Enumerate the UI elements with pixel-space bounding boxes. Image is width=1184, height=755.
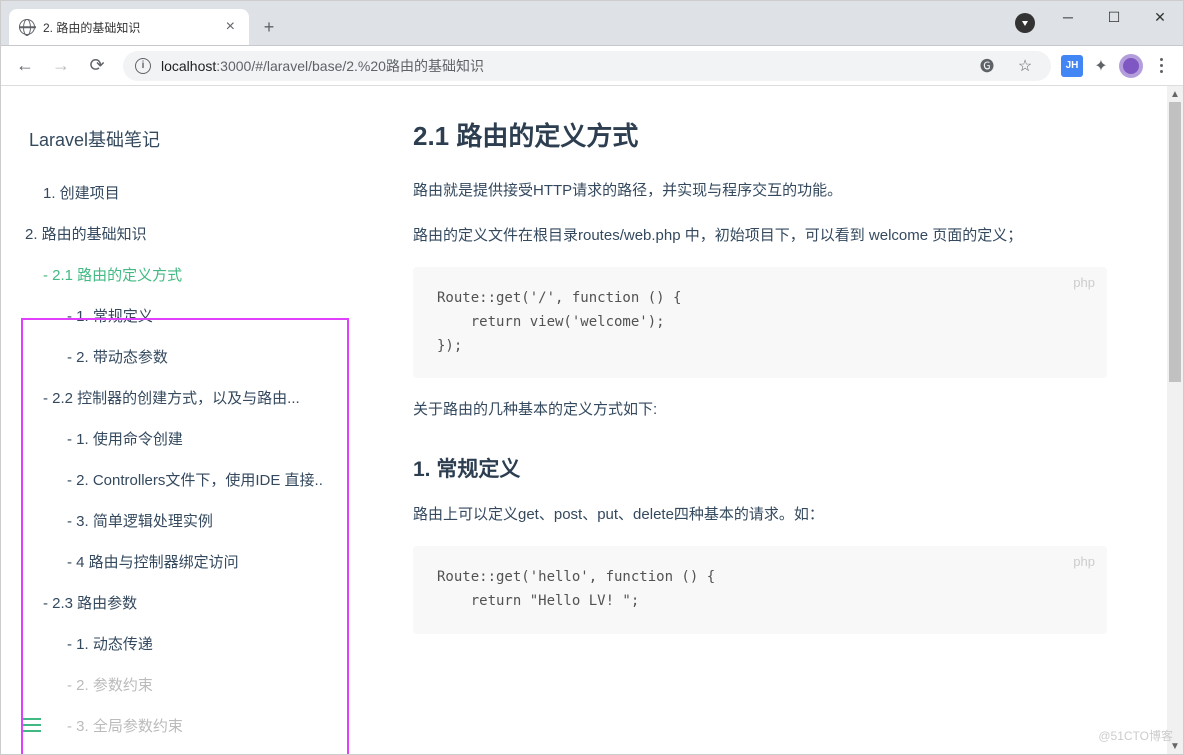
globe-icon xyxy=(19,19,35,35)
translate-icon[interactable]: 🅖 xyxy=(973,52,1001,80)
profile-avatar[interactable] xyxy=(1119,54,1143,78)
scroll-thumb[interactable] xyxy=(1169,102,1181,382)
bookmark-star-icon[interactable]: ☆ xyxy=(1011,52,1039,80)
sidebar-item[interactable]: - 3. 全局参数约束 xyxy=(21,705,353,746)
sidebar-item[interactable]: - 4 路由与控制器绑定访问 xyxy=(21,541,353,582)
code-block: php Route::get('hello', function () { re… xyxy=(413,546,1107,634)
code-block: php Route::get('/', function () { return… xyxy=(413,267,1107,378)
sidebar-item[interactable]: - 3. 简单逻辑处理实例 xyxy=(21,500,353,541)
site-title[interactable]: Laravel基础笔记 xyxy=(21,126,353,152)
heading-2: 2.1 路由的定义方式 xyxy=(413,116,1107,153)
code-lang-label: php xyxy=(1073,554,1095,569)
browser-toolbar: ← → ⟳ i localhost:3000/#/laravel/base/2.… xyxy=(1,46,1183,86)
sidebar: Laravel基础笔记 1. 创建项目 2. 路由的基础知识 - 2.1 路由的… xyxy=(1,86,353,754)
sidebar-item[interactable]: 1. 创建项目 xyxy=(21,172,353,213)
paragraph: 路由就是提供接受HTTP请求的路径，并实现与程序交互的功能。 xyxy=(413,177,1107,204)
extensions-icon[interactable]: ✦ xyxy=(1087,52,1115,80)
sidebar-item[interactable]: - 2. 带动态参数 xyxy=(21,336,353,377)
tab-title: 2. 路由的基础知识 xyxy=(43,19,214,36)
sidebar-item[interactable]: 2. 路由的基础知识 xyxy=(21,213,353,254)
code-content[interactable]: Route::get('/', function () { return vie… xyxy=(437,287,1083,358)
watermark: @51CTO博客 xyxy=(1098,727,1173,744)
scrollbar[interactable]: ▲ ▼ xyxy=(1167,86,1183,754)
sidebar-item[interactable]: - 1. 动态传递 xyxy=(21,623,353,664)
sidebar-item[interactable]: - 1. 常规定义 xyxy=(21,295,353,336)
minimize-button[interactable]: ─ xyxy=(1045,1,1091,33)
hamburger-icon[interactable] xyxy=(23,718,41,732)
code-content[interactable]: Route::get('hello', function () { return… xyxy=(437,566,1083,614)
browser-window: 2. 路由的基础知识 × + ─ ☐ ✕ ← → ⟳ i localhost:3… xyxy=(0,0,1184,755)
account-indicator-icon[interactable] xyxy=(1015,13,1035,33)
main-content: 2.1 路由的定义方式 路由就是提供接受HTTP请求的路径，并实现与程序交互的功… xyxy=(353,86,1167,754)
address-bar[interactable]: i localhost:3000/#/laravel/base/2.%20路由的… xyxy=(123,51,1051,81)
sidebar-item[interactable]: - 2. Controllers文件下，使用IDE 直接.. xyxy=(21,459,353,500)
sidebar-item-active[interactable]: - 2.1 路由的定义方式 xyxy=(21,254,353,295)
paragraph: 关于路由的几种基本的定义方式如下: xyxy=(413,396,1107,423)
new-tab-button[interactable]: + xyxy=(255,13,283,41)
titlebar: 2. 路由的基础知识 × + ─ ☐ ✕ xyxy=(1,1,1183,46)
page-content: Laravel基础笔记 1. 创建项目 2. 路由的基础知识 - 2.1 路由的… xyxy=(1,86,1183,754)
reload-button[interactable]: ⟳ xyxy=(81,50,113,82)
window-controls: ─ ☐ ✕ xyxy=(1015,1,1183,45)
heading-3: 1. 常规定义 xyxy=(413,453,1107,483)
sidebar-item[interactable]: - 1. 使用命令创建 xyxy=(21,418,353,459)
site-info-icon[interactable]: i xyxy=(135,58,151,74)
browser-tab[interactable]: 2. 路由的基础知识 × xyxy=(9,9,249,45)
sidebar-item[interactable]: - 2.3 路由参数 xyxy=(21,582,353,623)
url-text: localhost:3000/#/laravel/base/2.%20路由的基础… xyxy=(161,56,963,76)
paragraph: 路由的定义文件在根目录routes/web.php 中，初始项目下，可以看到 w… xyxy=(413,222,1107,249)
menu-button[interactable] xyxy=(1147,52,1175,80)
paragraph: 路由上可以定义get、post、put、delete四种基本的请求。如： xyxy=(413,501,1107,528)
scroll-up-icon[interactable]: ▲ xyxy=(1167,86,1183,102)
extension-badge[interactable]: JH xyxy=(1061,55,1083,77)
sidebar-item[interactable]: - 2. 参数约束 xyxy=(21,664,353,705)
back-button[interactable]: ← xyxy=(9,50,41,82)
sidebar-item[interactable]: - 2.2 控制器的创建方式，以及与路由... xyxy=(21,377,353,418)
close-window-button[interactable]: ✕ xyxy=(1137,1,1183,33)
nav-list: 1. 创建项目 2. 路由的基础知识 - 2.1 路由的定义方式 - 1. 常规… xyxy=(21,172,353,746)
maximize-button[interactable]: ☐ xyxy=(1091,1,1137,33)
dots-vertical-icon xyxy=(1160,58,1163,73)
code-lang-label: php xyxy=(1073,275,1095,290)
forward-button[interactable]: → xyxy=(45,50,77,82)
close-tab-icon[interactable]: × xyxy=(222,18,239,36)
